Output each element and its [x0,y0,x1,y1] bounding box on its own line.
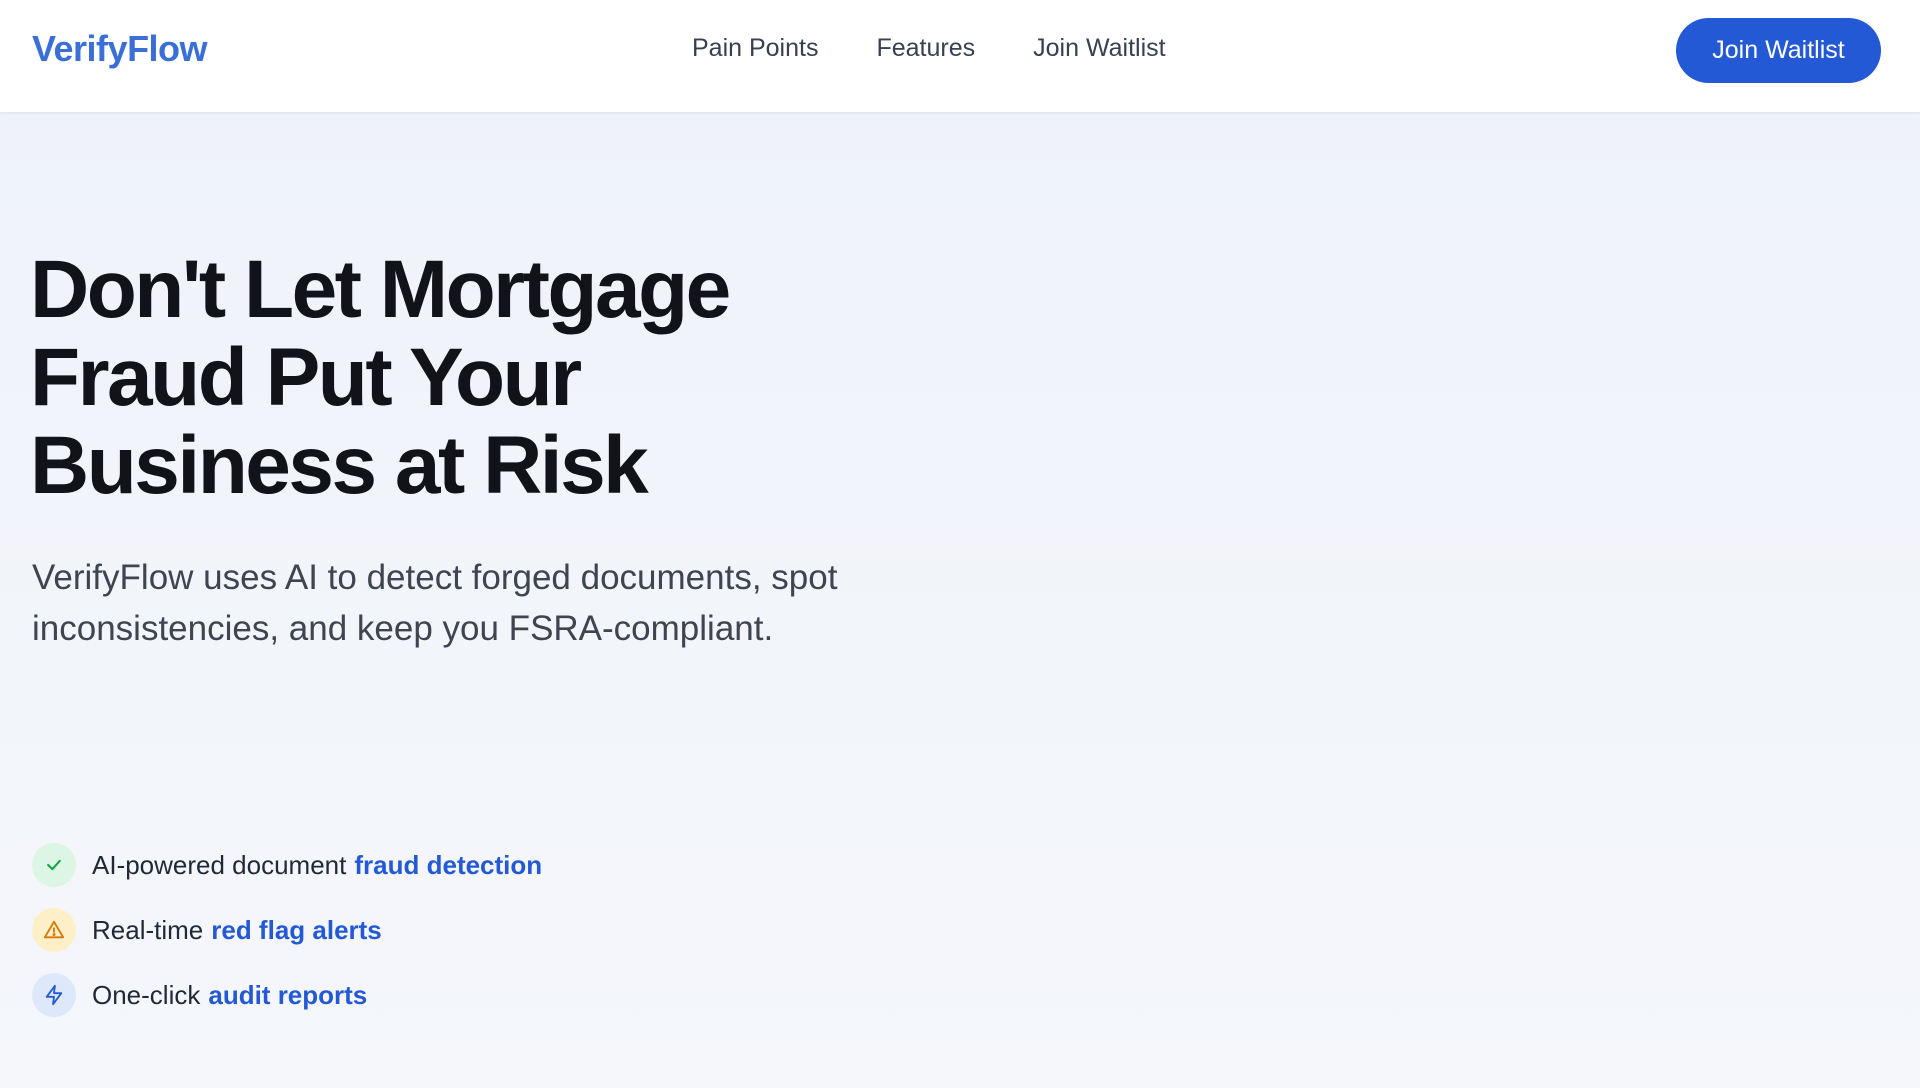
feature-item: AI-powered document fraud detection [32,843,542,887]
nav-link-pain-points[interactable]: Pain Points [692,34,818,63]
feature-text: AI-powered document [92,849,347,880]
feature-text: Real-time [92,914,204,945]
logo[interactable]: VerifyFlow [32,28,208,70]
check-icon [32,843,76,887]
feature-item: Real-time red flag alerts [32,908,542,952]
hero-title: Don't Let Mortgage Fraud Put Your Busine… [30,246,930,510]
feature-item: One-click audit reports [32,973,542,1017]
lightning-icon [32,973,76,1017]
hero-subtitle-line: VerifyFlow uses AI to detect forged docu… [32,558,838,597]
nav-link-join-waitlist[interactable]: Join Waitlist [1033,34,1165,63]
hero-title-line: Fraud Put Your [30,332,582,423]
nav-links: Pain Points Features Join Waitlist [692,34,1166,63]
nav-link-features[interactable]: Features [876,34,975,63]
feature-highlight: red flag alerts [211,914,382,945]
hero-title-line: Don't Let Mortgage [30,244,731,335]
feature-list: AI-powered document fraud detection Real… [32,843,542,1017]
feature-highlight: audit reports [208,979,368,1010]
hero-subtitle-line: inconsistencies, and keep you FSRA-compl… [32,609,774,648]
navbar: VerifyFlow Pain Points Features Join Wai… [0,0,1920,112]
warning-icon [32,908,76,952]
join-waitlist-button[interactable]: Join Waitlist [1676,18,1881,83]
feature-text: One-click [92,979,201,1010]
hero-title-line: Business at Risk [30,420,649,511]
hero-subtitle: VerifyFlow uses AI to detect forged docu… [32,552,932,654]
feature-highlight: fraud detection [354,849,543,880]
